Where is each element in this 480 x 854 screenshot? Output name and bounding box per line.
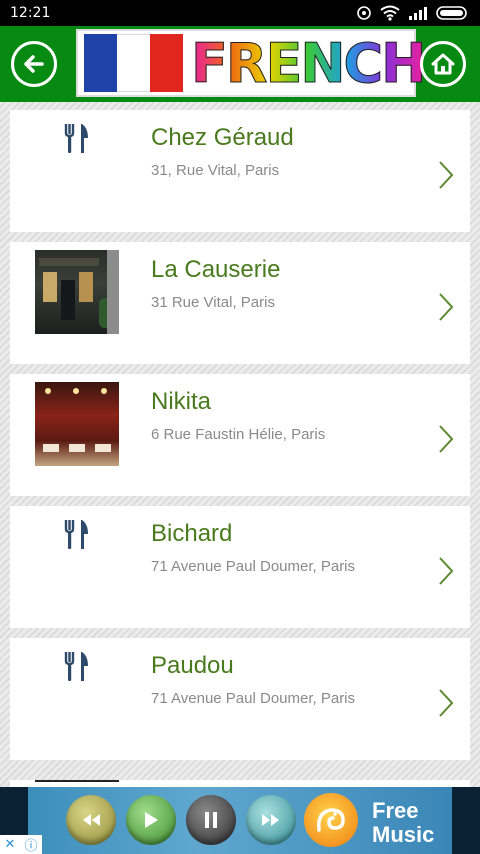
wifi-icon [380,5,400,21]
restaurant-thumbnail [35,118,119,202]
restaurant-list[interactable]: Chez Géraud 31, Rue Vital, Paris La Caus… [0,102,480,787]
header-bar: FRENCH [0,26,480,102]
fast-forward-icon [246,795,296,845]
restaurant-thumbnail [35,382,119,466]
chevron-right-icon[interactable] [438,424,454,454]
battery-icon [436,6,467,20]
list-item[interactable]: Bichard 71 Avenue Paul Doumer, Paris [10,506,470,628]
ad-controls: ✕ ⓘ [0,835,42,854]
ad-creative[interactable]: Free Music [28,787,452,854]
restaurant-address: 31, Rue Vital, Paris [151,162,280,179]
restaurant-address: 71 Avenue Paul Doumer, Paris [151,690,356,707]
signal-icon [409,7,427,20]
arrow-left-icon [24,55,44,73]
ad-text-line2: Music [372,822,435,847]
list-item-partial[interactable] [10,780,470,787]
fork-knife-icon [64,520,88,549]
restaurant-address: 71 Avenue Paul Doumer, Paris [151,558,356,575]
close-icon[interactable]: ✕ [5,837,16,852]
restaurant-name: La Causerie [151,256,281,283]
pause-icon [186,795,236,845]
chevron-right-icon[interactable] [438,688,454,718]
squirrel-logo-icon [304,793,358,847]
status-icons [356,5,470,21]
restaurant-name: Paudou [151,652,234,679]
alarm-icon [357,6,371,20]
play-icon [126,795,176,845]
status-bar: 12:21 [0,0,480,26]
restaurant-name: Chez Géraud [151,124,294,151]
restaurant-address: 6 Rue Faustin Hélie, Paris [151,426,326,443]
restaurant-photo [35,250,119,334]
list-item[interactable]: Chez Géraud 31, Rue Vital, Paris [10,110,470,232]
restaurant-thumbnail [35,250,119,334]
restaurant-name: Nikita [151,388,212,415]
status-time: 12:21 [10,5,51,21]
ad-text-line1: Free [372,798,419,823]
french-flag [84,34,183,92]
restaurant-photo [35,382,119,466]
home-icon [431,53,455,75]
info-icon[interactable]: ⓘ [24,835,37,854]
page-title: FRENCH [190,31,426,95]
list-item[interactable]: Nikita 6 Rue Faustin Hélie, Paris [10,374,470,496]
restaurant-name: Bichard [151,520,233,547]
list-item[interactable]: Paudou 71 Avenue Paul Doumer, Paris [10,638,470,760]
restaurant-thumbnail [35,514,119,598]
fork-knife-icon [64,652,88,681]
fork-knife-icon [64,124,88,153]
list-item[interactable]: La Causerie 31 Rue Vital, Paris [10,242,470,364]
chevron-right-icon[interactable] [438,160,454,190]
header-banner: FRENCH [76,29,427,97]
restaurant-thumbnail [35,646,119,730]
ad-banner[interactable]: Free Music [0,787,480,854]
rewind-icon [66,795,116,845]
chevron-right-icon[interactable] [438,556,454,586]
restaurant-address: 31 Rue Vital, Paris [151,294,275,311]
ad-text: Free Music [372,799,434,847]
back-button[interactable] [11,41,57,87]
home-button[interactable] [420,41,466,87]
chevron-right-icon[interactable] [438,292,454,322]
